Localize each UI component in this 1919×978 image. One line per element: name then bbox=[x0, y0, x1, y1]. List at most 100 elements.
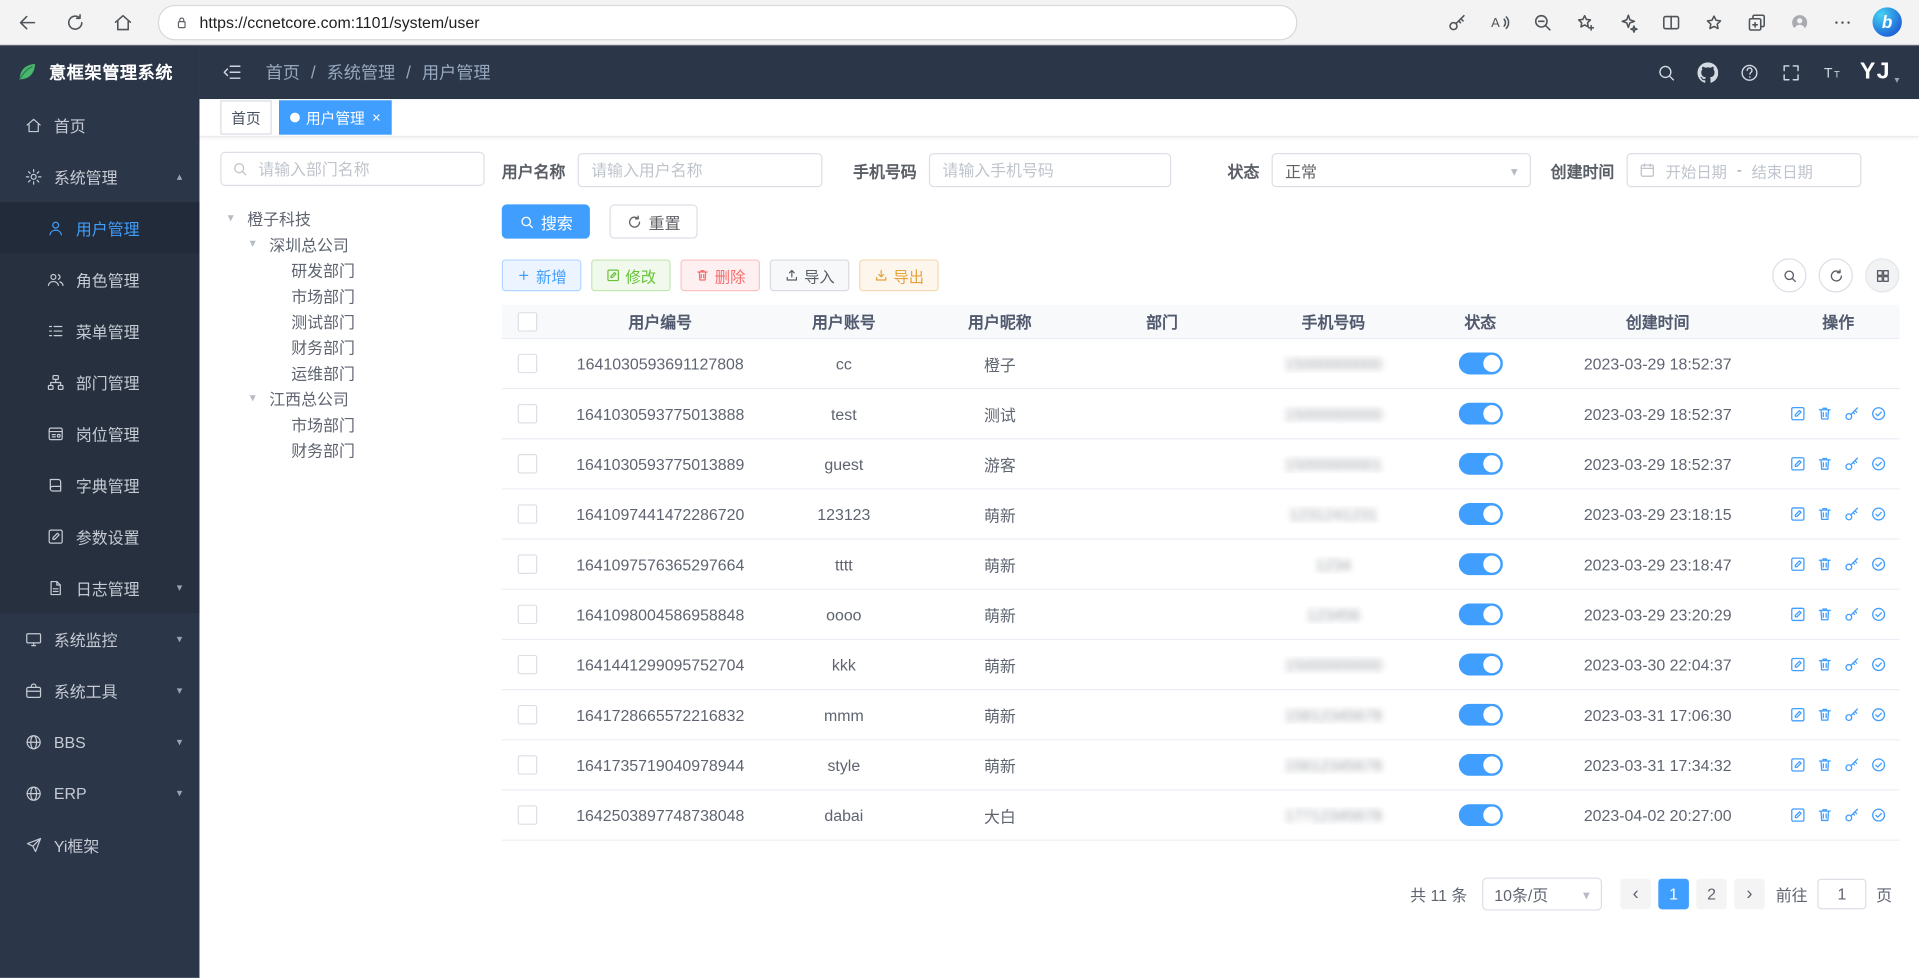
row-checkbox[interactable] bbox=[518, 805, 538, 825]
split-screen-icon[interactable] bbox=[1661, 12, 1682, 33]
add-button[interactable]: 新增 bbox=[502, 259, 582, 291]
row-checkbox[interactable] bbox=[518, 705, 538, 725]
status-toggle[interactable] bbox=[1458, 754, 1502, 776]
export-button[interactable]: 导出 bbox=[859, 259, 939, 291]
tree-node[interactable]: 运维部门 bbox=[220, 360, 484, 386]
framework-logo[interactable]: YJ bbox=[1860, 59, 1891, 86]
assign-role-check-icon[interactable] bbox=[1870, 455, 1887, 472]
row-checkbox[interactable] bbox=[518, 655, 538, 675]
bing-assistant-icon[interactable]: b bbox=[1872, 7, 1901, 36]
tree-node[interactable]: ▾ 橙子科技 bbox=[220, 206, 484, 232]
edit-icon[interactable] bbox=[1789, 807, 1806, 824]
star-plus-icon[interactable] bbox=[1575, 12, 1596, 33]
sidebar-item[interactable]: 系统工具 ▾ bbox=[0, 665, 199, 716]
delete-icon[interactable] bbox=[1816, 455, 1833, 472]
status-toggle[interactable] bbox=[1458, 804, 1502, 826]
assign-role-check-icon[interactable] bbox=[1870, 556, 1887, 573]
page-number-button[interactable]: 2 bbox=[1696, 879, 1727, 910]
reset-button[interactable]: 重置 bbox=[609, 204, 697, 238]
refresh-icon[interactable] bbox=[65, 12, 86, 33]
columns-toggle-button[interactable] bbox=[1865, 258, 1899, 292]
caret-icon[interactable]: ▾ bbox=[228, 212, 248, 225]
collections-icon[interactable] bbox=[1746, 12, 1767, 33]
sidebar-item[interactable]: 部门管理 bbox=[0, 356, 199, 407]
home-icon[interactable] bbox=[113, 12, 134, 33]
page-size-select[interactable]: 10条/页 bbox=[1482, 878, 1602, 911]
reset-password-key-icon[interactable] bbox=[1843, 405, 1860, 422]
readaloud-icon[interactable] bbox=[1489, 12, 1510, 33]
delete-icon[interactable] bbox=[1816, 756, 1833, 773]
favorites-icon[interactable] bbox=[1704, 12, 1725, 33]
delete-icon[interactable] bbox=[1816, 807, 1833, 824]
breadcrumb-item[interactable]: 首页 bbox=[266, 60, 300, 84]
edit-icon[interactable] bbox=[1789, 706, 1806, 723]
row-checkbox[interactable] bbox=[518, 504, 538, 524]
phone-input[interactable] bbox=[929, 153, 1171, 187]
delete-icon[interactable] bbox=[1816, 706, 1833, 723]
tree-node[interactable]: 市场部门 bbox=[220, 283, 484, 309]
goto-page-input[interactable] bbox=[1817, 879, 1866, 910]
reset-password-key-icon[interactable] bbox=[1843, 606, 1860, 623]
question-icon[interactable] bbox=[1739, 62, 1760, 83]
view-tab[interactable]: 用户管理 × bbox=[279, 100, 392, 134]
fontsize-icon[interactable] bbox=[1822, 62, 1843, 83]
next-page-button[interactable]: › bbox=[1734, 879, 1765, 910]
assign-role-check-icon[interactable] bbox=[1870, 656, 1887, 673]
username-input[interactable] bbox=[578, 153, 823, 187]
profile-icon[interactable] bbox=[1789, 12, 1810, 33]
import-button[interactable]: 导入 bbox=[770, 259, 850, 291]
reset-password-key-icon[interactable] bbox=[1843, 505, 1860, 522]
sidebar-item[interactable]: 角色管理 bbox=[0, 253, 199, 304]
status-toggle[interactable] bbox=[1458, 503, 1502, 525]
view-tab[interactable]: 首页 bbox=[220, 100, 271, 134]
delete-icon[interactable] bbox=[1816, 606, 1833, 623]
edit-icon[interactable] bbox=[1789, 606, 1806, 623]
edit-icon[interactable] bbox=[1789, 505, 1806, 522]
reset-password-key-icon[interactable] bbox=[1843, 556, 1860, 573]
status-toggle[interactable] bbox=[1458, 553, 1502, 575]
row-checkbox[interactable] bbox=[518, 354, 538, 374]
search-icon[interactable] bbox=[1656, 62, 1677, 83]
search-button[interactable]: 搜索 bbox=[502, 204, 590, 238]
sidebar-item[interactable]: BBS ▾ bbox=[0, 716, 199, 767]
row-checkbox[interactable] bbox=[518, 605, 538, 625]
dept-search-input[interactable] bbox=[220, 152, 484, 186]
edit-icon[interactable] bbox=[1789, 556, 1806, 573]
edit-icon[interactable] bbox=[1789, 756, 1806, 773]
reset-password-key-icon[interactable] bbox=[1843, 756, 1860, 773]
reset-password-key-icon[interactable] bbox=[1843, 656, 1860, 673]
key-icon[interactable] bbox=[1447, 12, 1468, 33]
assign-role-check-icon[interactable] bbox=[1870, 606, 1887, 623]
status-toggle[interactable] bbox=[1458, 403, 1502, 425]
sidebar-item[interactable]: 系统管理 ▴ bbox=[0, 151, 199, 202]
reset-password-key-icon[interactable] bbox=[1843, 455, 1860, 472]
sidebar-item[interactable]: 字典管理 bbox=[0, 459, 199, 510]
assign-role-check-icon[interactable] bbox=[1870, 807, 1887, 824]
edit-button[interactable]: 修改 bbox=[591, 259, 671, 291]
reset-password-key-icon[interactable] bbox=[1843, 706, 1860, 723]
tree-node[interactable]: 测试部门 bbox=[220, 308, 484, 334]
assign-role-check-icon[interactable] bbox=[1870, 505, 1887, 522]
status-toggle[interactable] bbox=[1458, 654, 1502, 676]
tree-node[interactable]: 财务部门 bbox=[220, 437, 484, 463]
sidebar-item[interactable]: Yi框架 bbox=[0, 819, 199, 870]
hide-search-button[interactable] bbox=[1772, 258, 1806, 292]
url-text[interactable]: https://ccnetcore.com:1101/system/user bbox=[199, 13, 479, 31]
prev-page-button[interactable]: ‹ bbox=[1620, 879, 1651, 910]
edit-icon[interactable] bbox=[1789, 455, 1806, 472]
status-toggle[interactable] bbox=[1458, 704, 1502, 726]
fullscreen-icon[interactable] bbox=[1780, 62, 1801, 83]
address-bar[interactable]: https://ccnetcore.com:1101/system/user bbox=[158, 4, 1297, 39]
status-select[interactable]: 正常 bbox=[1272, 153, 1531, 187]
edit-icon[interactable] bbox=[1789, 656, 1806, 673]
caret-icon[interactable]: ▾ bbox=[250, 392, 270, 405]
sidebar-toggle-icon[interactable] bbox=[222, 61, 244, 83]
status-toggle[interactable] bbox=[1458, 603, 1502, 625]
sidebar-item[interactable]: ERP ▾ bbox=[0, 767, 199, 818]
select-all-checkbox[interactable] bbox=[518, 311, 538, 331]
sidebar-item[interactable]: 日志管理 ▾ bbox=[0, 562, 199, 613]
edit-icon[interactable] bbox=[1789, 405, 1806, 422]
page-number-button[interactable]: 1 bbox=[1658, 879, 1689, 910]
delete-icon[interactable] bbox=[1816, 656, 1833, 673]
row-checkbox[interactable] bbox=[518, 755, 538, 775]
